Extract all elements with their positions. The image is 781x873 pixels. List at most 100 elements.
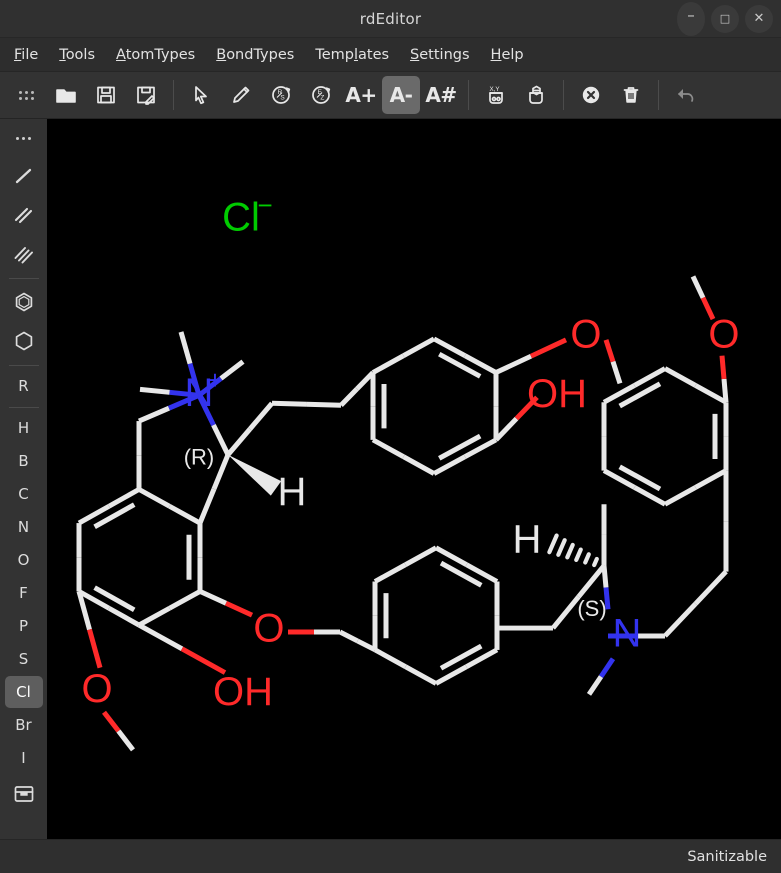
minimize-button[interactable]: – [677, 1, 705, 36]
compute-coordinates-button[interactable]: X,Y [477, 76, 515, 114]
menu-item-templates[interactable]: Templates [315, 47, 389, 63]
aromatic-ring-top-center-bond3-seg1[interactable] [371, 437, 405, 459]
save-as-button[interactable] [127, 76, 165, 114]
clean-molecule-button[interactable] [517, 76, 555, 114]
aromatic-ring-bottom-center-bond4-seg1[interactable] [373, 647, 407, 669]
bond-nmethyl-r-2-seg1[interactable] [219, 359, 245, 381]
save-button[interactable] [87, 76, 125, 114]
atom-label-oxygen-ether-bottom[interactable]: O [253, 607, 284, 651]
atom-number-button[interactable]: A# [422, 76, 460, 114]
aromatic-ring-left-bond2-seg0[interactable] [107, 606, 141, 628]
open-file-button[interactable] [47, 76, 85, 114]
sidebar-element-S[interactable]: S [5, 643, 43, 675]
aromatic-ring-top-center-bond2-seg1[interactable] [432, 454, 467, 476]
atom-label-nitrogen-quaternary[interactable]: N+ [185, 367, 223, 414]
cycle-rs-button[interactable]: RS [262, 76, 300, 114]
menu-item-file[interactable]: File [14, 47, 38, 63]
sidebar-cyclohexane-ring-button[interactable] [5, 322, 43, 360]
bond-aryl-to-hydroxyl-top-seg0[interactable] [494, 416, 519, 442]
bond-aryl-to-hydroxyl-bottom-seg0[interactable] [137, 622, 184, 652]
wedge-bond-to-hydrogen-r[interactable] [228, 454, 282, 496]
aromatic-ring-bottom-center-bond0-seg0[interactable] [373, 562, 407, 584]
bond-aryl-to-methoxy-oxygen-right-seg1[interactable] [719, 355, 727, 380]
bond-benzylic-r-2-seg1[interactable] [306, 401, 342, 408]
bond-aryl-to-ether-oxygen-bottom-seg0[interactable] [198, 589, 228, 606]
aromatic-ring-left-bond4-seg1[interactable] [107, 487, 141, 509]
sidebar-element-N[interactable]: N [5, 511, 43, 543]
close-button[interactable]: ✕ [745, 4, 773, 33]
bond-nmethyl-s-seg0[interactable] [598, 657, 616, 678]
bond-ether-aryl-link-bottom-seg0[interactable] [338, 629, 359, 644]
aromatic-ring-bottom-center-inner3[interactable] [439, 643, 483, 671]
bond-thiq-left-b-seg0[interactable] [138, 405, 170, 424]
aromatic-ring-right-bond0-seg1[interactable] [633, 366, 667, 388]
sidebar-element-Cl[interactable]: Cl [4, 676, 43, 708]
bond-thiq-right-b-seg1[interactable] [663, 602, 698, 638]
bond-benzylic-r-3-seg0[interactable] [339, 387, 359, 407]
sidebar-element-R[interactable]: R [5, 370, 43, 402]
aromatic-ring-top-center-inner0[interactable] [438, 351, 482, 379]
atom-label-chloride[interactable]: Cl− [222, 192, 272, 239]
atom-label-oxygen-methoxy-topright[interactable]: O [708, 313, 739, 357]
aromatic-ring-bottom-center-bond1-seg0[interactable] [434, 545, 468, 567]
sidebar-aromatic-ring-button[interactable] [5, 283, 43, 321]
bond-benzylic-r-1-seg1[interactable] [248, 401, 274, 431]
aromatic-ring-right-bond3-seg1[interactable] [663, 485, 697, 507]
bond-ether-oxygen-to-aryl-right-seg0[interactable] [603, 339, 616, 363]
maximize-button[interactable]: □ [711, 4, 739, 33]
bond-methoxy-methyl-left-seg0[interactable] [102, 710, 121, 733]
aromatic-ring-right-bond1-seg1[interactable] [694, 383, 728, 405]
bond-thiq-left-c-seg0[interactable] [211, 453, 231, 490]
menu-item-help[interactable]: Help [491, 47, 524, 63]
bond-methoxy-methyl-left-seg1[interactable] [116, 729, 135, 752]
bond-ether-oxygen-to-aryl-right-seg1[interactable] [610, 360, 623, 385]
aromatic-ring-top-center-bond5-seg0[interactable] [371, 353, 405, 375]
bond-aryl-to-hydroxyl-bottom-seg1[interactable] [180, 646, 227, 675]
bond-aryl-to-methoxy-oxygen-right-seg0[interactable] [721, 378, 729, 403]
draw-tool-button[interactable] [222, 76, 260, 114]
bond-aryl-to-ether-oxygen-top-seg1[interactable] [529, 337, 568, 359]
bond-thiq-left-c-seg1[interactable] [197, 487, 217, 525]
sidebar-grid-button[interactable] [5, 124, 43, 156]
aromatic-ring-left-bond5-seg0[interactable] [137, 487, 171, 509]
drag-handle-icon[interactable] [7, 76, 45, 114]
hashed-wedge-bond-to-hydrogen-s[interactable] [547, 533, 599, 568]
undo-button[interactable] [667, 76, 705, 114]
sidebar-more-elements-button[interactable] [5, 775, 43, 813]
bond-benzylic-r-2-seg0[interactable] [271, 400, 307, 407]
bond-n-to-stereocenter-r-seg1[interactable] [211, 423, 231, 456]
bond-thiq-right-b-seg0[interactable] [693, 569, 728, 606]
menu-item-settings[interactable]: Settings [410, 47, 470, 63]
molecule-canvas[interactable]: Cl − N + H (R) O O OH H (S) N O OH O [47, 119, 781, 839]
decrease-charge-button[interactable]: A- [382, 76, 420, 114]
aromatic-ring-bottom-center-bond0-seg1[interactable] [404, 545, 438, 567]
bond-ether-aryl-link-bottom-seg1[interactable] [356, 638, 377, 653]
bond-benzylic-s-1-seg0[interactable] [576, 564, 606, 599]
aromatic-ring-right-inner4[interactable] [618, 464, 662, 492]
sidebar-element-P[interactable]: P [5, 610, 43, 642]
aromatic-ring-bottom-center-bond4-seg0[interactable] [404, 664, 438, 686]
atom-label-hydrogen-s[interactable]: H [513, 518, 542, 562]
bond-aryl-to-ether-oxygen-top-seg0[interactable] [494, 353, 533, 375]
aromatic-ring-left-inner4[interactable] [93, 502, 136, 529]
cycle-ez-button[interactable]: EZ [302, 76, 340, 114]
aromatic-ring-right-bond4-seg0[interactable] [633, 485, 667, 507]
aromatic-ring-left-inner2[interactable] [93, 585, 136, 613]
atom-label-oxygen-ether-top[interactable]: O [570, 313, 601, 357]
aromatic-ring-right-bond3-seg0[interactable] [694, 468, 728, 490]
bond-aryl-to-ether-oxygen-bottom-seg1[interactable] [224, 601, 254, 618]
sidebar-triple-bond-button[interactable] [5, 235, 43, 273]
aromatic-ring-right-inner0[interactable] [618, 381, 662, 409]
bond-nmethyl-r-3-seg1[interactable] [139, 386, 170, 395]
aromatic-ring-top-center-bond3-seg0[interactable] [402, 454, 436, 476]
sidebar-element-F[interactable]: F [5, 577, 43, 609]
aromatic-ring-top-center-inner2[interactable] [438, 433, 482, 461]
increase-charge-button[interactable]: A+ [342, 76, 380, 114]
atom-label-nitrogen-tertiary[interactable]: N [613, 612, 642, 656]
sidebar-element-I[interactable]: I [5, 742, 43, 774]
sidebar-single-bond-button[interactable] [5, 157, 43, 195]
aromatic-ring-left-bond1-seg1[interactable] [137, 606, 171, 628]
sidebar-element-Br[interactable]: Br [5, 709, 43, 741]
aromatic-ring-bottom-center-bond3-seg1[interactable] [434, 664, 468, 686]
menu-item-bondtypes[interactable]: BondTypes [216, 47, 294, 63]
